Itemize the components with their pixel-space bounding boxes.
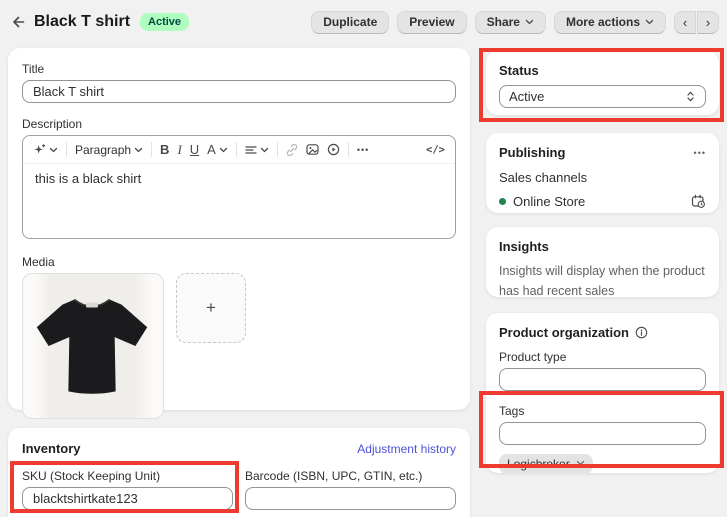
chevron-down-icon [219,147,228,153]
insert-link-button[interactable] [286,143,298,156]
barcode-field-label: Barcode (ISBN, UPC, GTIN, etc.) [245,469,423,483]
align-left-icon [245,144,257,156]
previous-product-button[interactable]: ‹ [674,10,696,34]
status-select[interactable]: Active [499,85,706,108]
inventory-card: Inventory Adjustment history SKU (Stock … [8,428,470,517]
channel-name: Online Store [513,194,586,209]
insert-image-button[interactable] [306,143,319,156]
play-circle-icon [327,143,340,156]
insights-body-text: Insights will display when the product h… [499,264,705,298]
page-header: Black T shirt Active Duplicate Preview S… [8,8,719,36]
publishing-header: Publishing ••• [499,145,706,160]
toolbar-divider [151,142,153,157]
product-organization-card: Product organization Product type Tags L… [486,313,719,474]
editor-toolbar: Paragraph B I U A ••• </> [23,136,455,164]
title-input[interactable] [22,80,456,103]
organization-heading: Product organization [499,325,629,340]
insert-video-button[interactable] [327,143,340,156]
product-details-card: Title Description Paragraph B I U A [8,48,470,419]
info-icon[interactable] [635,326,648,339]
sales-channels-label: Sales channels [499,170,588,185]
italic-button[interactable]: I [177,142,181,158]
preview-button[interactable]: Preview [397,10,467,34]
sku-field-label: SKU (Stock Keeping Unit) [22,469,161,483]
toolbar-divider [66,142,67,157]
show-html-button[interactable]: </> [426,144,445,156]
add-media-button[interactable]: + [176,273,246,343]
magic-ai-button[interactable] [33,143,58,156]
sparkle-icon [33,143,46,156]
chevron-down-icon [134,147,143,153]
black-tshirt-image [23,274,163,416]
toolbar-divider [347,142,349,157]
description-textarea[interactable]: this is a black shirt [23,164,455,238]
publishing-heading: Publishing [499,145,566,160]
tag-pill-logicbroker: Logicbroker [499,454,593,474]
plus-icon: + [206,298,216,317]
sku-input[interactable] [22,487,233,510]
remove-tag-button[interactable] [576,460,585,469]
back-button[interactable] [8,12,28,32]
bold-button[interactable]: B [160,142,169,157]
status-card: Status Active [486,51,719,115]
toolbar-divider [276,142,278,157]
image-icon [306,143,319,156]
arrow-left-icon [10,14,26,30]
inventory-fields: SKU (Stock Keeping Unit) Barcode (ISBN, … [22,469,456,510]
channel-active-dot [499,198,506,205]
insights-heading: Insights [499,239,549,254]
product-detail-page: Black T shirt Active Duplicate Preview S… [0,0,727,517]
description-field-label: Description [22,117,83,131]
inventory-header: Inventory Adjustment history [22,441,456,456]
barcode-input[interactable] [245,487,456,510]
text-color-button[interactable]: A [207,142,228,157]
rich-text-editor: Paragraph B I U A ••• </> this is a blac… [22,135,456,239]
organization-header: Product organization [499,325,706,340]
toolbar-divider [235,142,237,157]
tags-label: Tags [499,404,525,418]
page-title: Black T shirt [34,13,131,30]
next-product-button[interactable]: › [697,10,719,34]
tags-input[interactable] [499,422,706,445]
inventory-heading: Inventory [22,441,81,456]
product-type-input[interactable] [499,368,706,391]
publishing-menu-button[interactable]: ••• [694,148,706,158]
underline-button[interactable]: U [190,142,199,157]
chevron-down-icon [525,19,534,25]
status-selected-value: Active [509,89,545,104]
more-actions-button[interactable]: More actions [553,10,666,34]
chevron-down-icon [260,147,269,153]
status-heading: Status [499,63,539,78]
toolbar-more-button[interactable]: ••• [357,145,369,155]
media-field-label: Media [22,255,55,269]
header-actions: Duplicate Preview Share More actions ‹ › [311,10,719,34]
chevron-down-icon [645,19,654,25]
publishing-card: Publishing ••• Sales channels Online Sto… [486,133,719,213]
sales-channel-row: Online Store [499,194,706,209]
link-icon [286,143,298,156]
insights-card: Insights Insights will display when the … [486,227,719,298]
media-gallery: + [22,273,456,419]
chevron-down-icon [49,147,58,153]
status-badge: Active [140,12,190,32]
adjustment-history-link[interactable]: Adjustment history [357,442,456,456]
product-type-label: Product type [499,350,567,364]
tag-pill-label: Logicbroker [507,457,570,471]
select-updown-icon [685,90,696,103]
paragraph-style-dropdown[interactable]: Paragraph [75,143,143,157]
alignment-button[interactable] [245,144,269,156]
barcode-field-group: Barcode (ISBN, UPC, GTIN, etc.) [245,469,456,510]
product-pager: ‹ › [674,10,719,34]
product-image-thumbnail[interactable] [22,273,164,419]
title-field-label: Title [22,62,45,76]
share-button[interactable]: Share [474,10,546,34]
schedule-calendar-clock-icon[interactable] [691,194,706,209]
duplicate-button[interactable]: Duplicate [311,10,390,34]
sku-field-group: SKU (Stock Keeping Unit) [22,469,233,510]
